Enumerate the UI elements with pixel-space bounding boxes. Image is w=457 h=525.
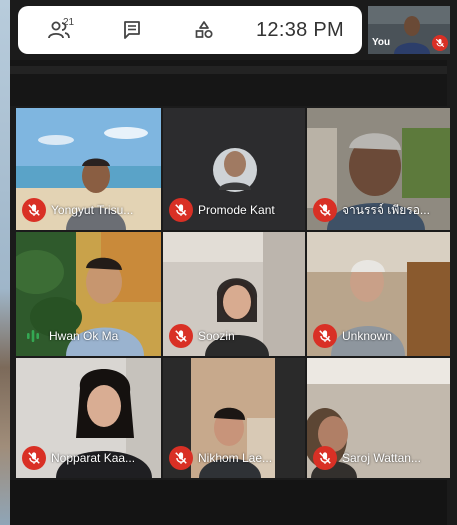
self-muted-icon — [432, 35, 448, 51]
participant-name-tag: Promode Kant — [169, 198, 275, 222]
participant-name-tag: Yongyut Trisu... — [22, 198, 133, 222]
mic-muted-icon — [169, 198, 193, 222]
participant-name: Yongyut Trisu... — [51, 203, 134, 217]
participant-tile[interactable]: Nopparat Kaa... — [16, 358, 161, 478]
mic-muted-icon — [169, 446, 193, 470]
participant-tile[interactable]: Saroj Wattan... — [307, 358, 450, 478]
participant-name: Nikhom Lae... — [198, 451, 273, 465]
speaking-indicator-icon — [22, 325, 44, 347]
participant-tile[interactable]: Promode Kant — [163, 108, 305, 230]
participant-tile[interactable]: Soozin — [163, 232, 305, 356]
participant-name-tag: จานรรจ์ เพียรอ... — [313, 198, 430, 222]
participant-name-tag: Saroj Wattan... — [313, 446, 421, 470]
participant-name-tag: Nikhom Lae... — [169, 446, 272, 470]
self-view-label: You — [372, 37, 391, 48]
chat-icon — [124, 21, 140, 39]
mic-muted-icon — [313, 198, 337, 222]
self-view-tile[interactable]: You — [368, 6, 450, 54]
participants-button[interactable]: 21 — [40, 6, 80, 54]
top-divider-strip — [10, 66, 447, 74]
activities-button[interactable] — [190, 6, 218, 54]
participant-tile[interactable]: Yongyut Trisu... — [16, 108, 161, 230]
participant-name: Promode Kant — [198, 203, 275, 217]
participant-tile[interactable]: Unknown — [307, 232, 450, 356]
participant-name: Hwan Ok Ma — [49, 329, 119, 343]
shapes-icon — [195, 21, 213, 39]
clock: 12:38 PM — [256, 18, 345, 41]
participants-count: 21 — [63, 17, 75, 28]
bottom-bar — [10, 480, 447, 525]
mic-muted-icon — [313, 324, 337, 348]
participant-name-tag: Hwan Ok Ma — [22, 324, 118, 348]
participant-name: Saroj Wattan... — [342, 451, 421, 465]
participant-name-tag: Nopparat Kaa... — [22, 446, 135, 470]
chat-button[interactable] — [118, 6, 146, 54]
mic-muted-icon — [22, 198, 46, 222]
participant-tile[interactable]: Hwan Ok Ma — [16, 232, 161, 356]
participant-name: Soozin — [198, 329, 235, 343]
participant-name-tag: Soozin — [169, 324, 235, 348]
participant-tile[interactable]: Nikhom Lae... — [163, 358, 305, 478]
mic-muted-icon — [169, 324, 193, 348]
mic-muted-icon — [22, 446, 46, 470]
participant-name-tag: Unknown — [313, 324, 392, 348]
participant-name: Unknown — [342, 329, 393, 343]
mic-muted-icon — [313, 446, 337, 470]
participant-name: Nopparat Kaa... — [51, 451, 136, 465]
participant-name: จานรรจ์ เพียรอ... — [342, 202, 430, 217]
participant-tile[interactable]: จานรรจ์ เพียรอ... — [307, 108, 450, 230]
meeting-top-bar: 21 12:38 PM — [18, 6, 362, 54]
